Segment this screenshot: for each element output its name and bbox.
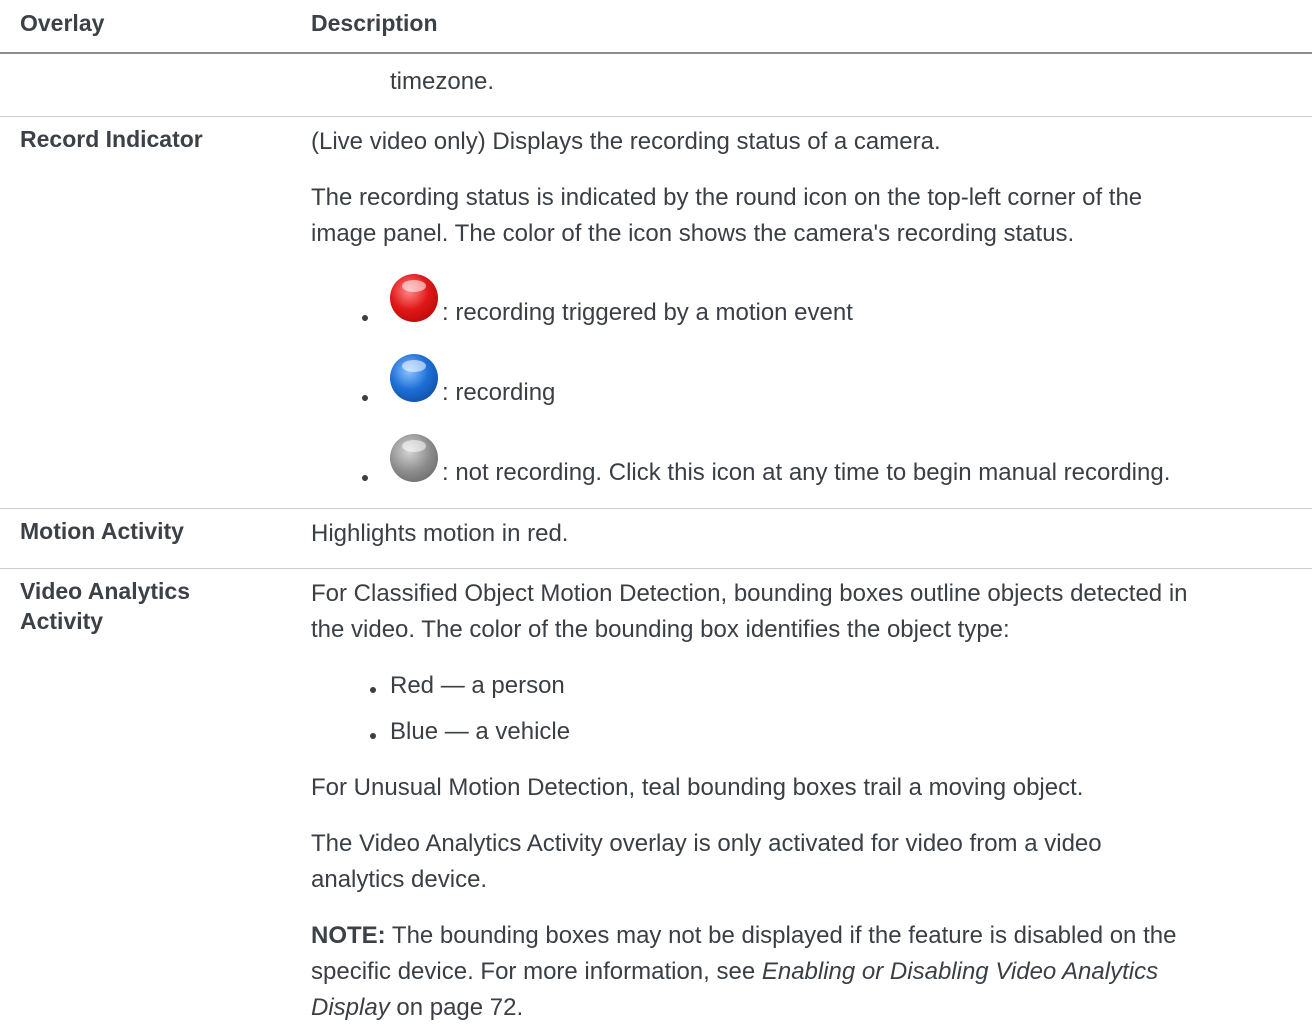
video-analytics-name-line2: Activity xyxy=(20,608,104,634)
record-indicator-para1: (Live video only) Displays the recording… xyxy=(311,128,941,155)
note-link-part2[interactable]: Display xyxy=(311,994,390,1021)
record-indicator-para2-line2: image panel. The color of the icon shows… xyxy=(311,220,1075,247)
row-divider xyxy=(0,116,1312,117)
timezone-continuation: timezone. xyxy=(390,68,495,95)
blue-record-icon xyxy=(390,354,438,402)
video-analytics-para1-line2: the video. The color of the bounding box… xyxy=(311,616,1010,643)
gray-record-icon[interactable] xyxy=(390,434,438,482)
video-analytics-para3-line2: analytics device. xyxy=(311,866,488,893)
help-page: Overlay Description timezone. Record Ind… xyxy=(0,0,1312,1022)
bullet-dot xyxy=(370,687,376,693)
object-type-red: Red — a person xyxy=(390,672,565,699)
video-analytics-para3-line1: The Video Analytics Activity overlay is … xyxy=(311,830,1102,857)
record-status-not-recording-text: : not recording. Click this icon at any … xyxy=(442,459,1171,486)
object-type-blue: Blue — a vehicle xyxy=(390,718,571,745)
row-divider xyxy=(0,568,1312,569)
bullet-dot xyxy=(362,475,368,481)
record-indicator-name: Record Indicator xyxy=(20,126,203,152)
note-label: NOTE: xyxy=(311,922,386,949)
video-analytics-para2: For Unusual Motion Detection, teal bound… xyxy=(311,774,1084,801)
note-line2-text: specific device. For more information, s… xyxy=(311,958,762,985)
note-page-ref: on page 72. xyxy=(389,994,524,1021)
record-indicator-para2-line1: The recording status is indicated by the… xyxy=(311,184,1143,211)
note-line2: specific device. For more information, s… xyxy=(311,954,1301,990)
note-line1: NOTE: The bounding boxes may not be disp… xyxy=(311,918,1301,954)
table-header: Overlay Description xyxy=(0,0,1312,54)
column-header-overlay: Overlay xyxy=(20,10,105,36)
record-status-recording-text: : recording xyxy=(442,379,556,406)
record-status-motion-text: : recording triggered by a motion event xyxy=(442,299,853,326)
bullet-dot xyxy=(362,395,368,401)
motion-activity-name: Motion Activity xyxy=(20,518,184,544)
note-line3: Display on page 72. xyxy=(311,990,1301,1026)
note-text: The bounding boxes may not be displayed … xyxy=(385,922,1177,949)
red-record-icon xyxy=(390,274,438,322)
note-link-part1[interactable]: Enabling or Disabling Video Analytics xyxy=(762,958,1158,985)
motion-activity-desc: Highlights motion in red. xyxy=(311,520,569,547)
bullet-dot xyxy=(370,733,376,739)
video-analytics-para1-line1: For Classified Object Motion Detection, … xyxy=(311,580,1188,607)
column-header-description: Description xyxy=(311,10,438,36)
row-divider xyxy=(0,508,1312,509)
bullet-dot xyxy=(362,315,368,321)
video-analytics-name-line1: Video Analytics xyxy=(20,578,191,604)
